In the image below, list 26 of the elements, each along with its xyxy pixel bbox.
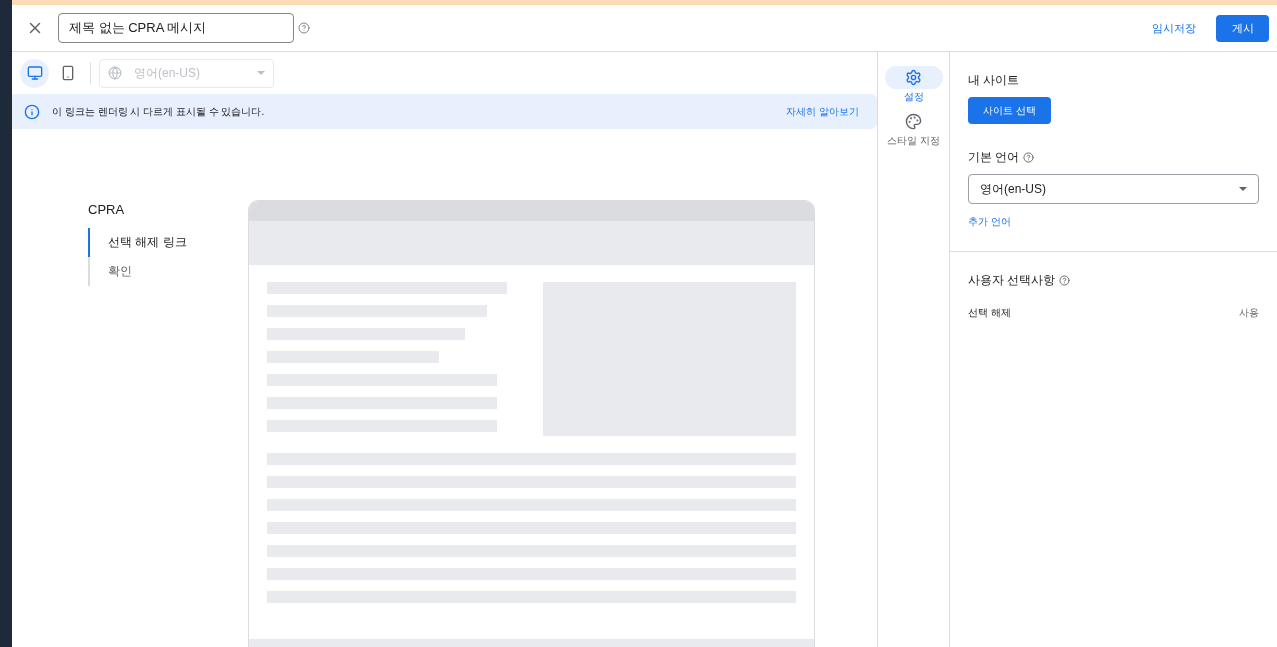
banner-text: 이 링크는 렌더링 시 다르게 표시될 수 있습니다. <box>52 105 266 119</box>
save-draft-button[interactable]: 임시저장 <box>1142 15 1206 41</box>
caret-icon <box>257 71 265 75</box>
learn-more-link[interactable]: 자세히 알아보기 <box>786 104 859 119</box>
globe-icon <box>108 66 122 80</box>
help-icon[interactable] <box>1059 274 1071 286</box>
setting-label: 선택 해제 <box>968 306 1011 320</box>
add-language-link[interactable]: 추가 언어 <box>968 214 1259 229</box>
settings-icon <box>905 69 922 86</box>
caret-icon <box>1239 187 1247 191</box>
select-site-button[interactable]: 사이트 선택 <box>968 97 1051 124</box>
preview-nav-title: CPRA <box>88 201 126 219</box>
device-toggle[interactable] <box>20 58 49 88</box>
title-input-field[interactable]: 제목 없는 CPRA 메시지 <box>58 13 294 43</box>
help-icon[interactable] <box>298 22 310 34</box>
section-label: 내 사이트 <box>968 72 1021 89</box>
language-select[interactable]: 영어(en-US) <box>968 174 1259 204</box>
section-label: 기본 언어 <box>968 149 1020 166</box>
setting-value: 사용 <box>1239 306 1259 320</box>
help-icon[interactable] <box>1023 151 1035 163</box>
side-tab[interactable]: 스타일 지정 <box>884 110 943 148</box>
section-label: 사용자 선택사항 <box>968 272 1056 289</box>
monitor-icon <box>26 65 43 81</box>
palette-icon <box>905 113 922 130</box>
publish-button[interactable]: 게시 <box>1216 14 1269 42</box>
info-icon <box>24 103 40 120</box>
